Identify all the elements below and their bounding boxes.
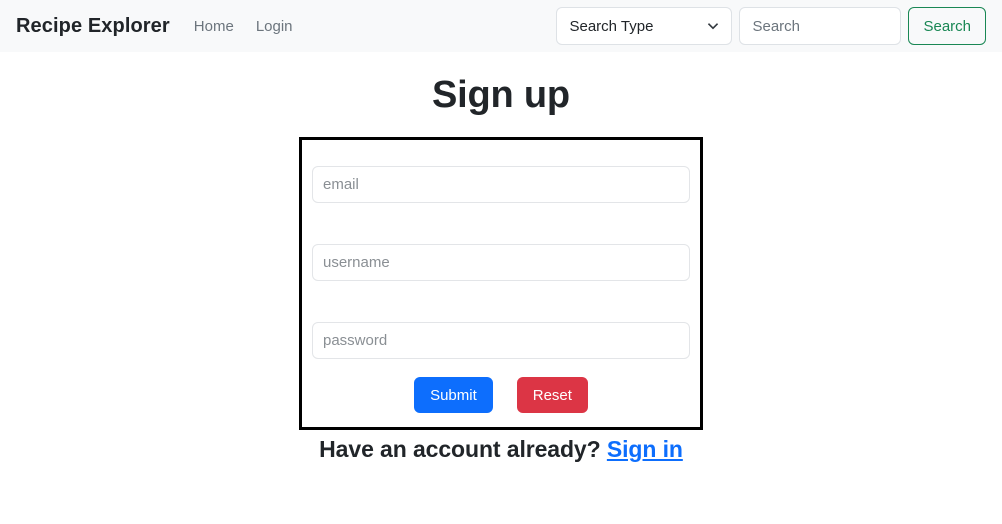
have-account-line: Have an account already? Sign in xyxy=(299,436,703,463)
search-type-select[interactable]: Search Type xyxy=(556,7,733,45)
search-type-selected-value: Search Type xyxy=(569,17,654,35)
top-navbar: Recipe Explorer Home Login Search Type S… xyxy=(0,0,1002,52)
navbar-brand[interactable]: Recipe Explorer xyxy=(16,15,170,38)
main-content: Sign up Submit Reset Have an account alr… xyxy=(0,74,1002,463)
form-button-row: Submit Reset xyxy=(414,377,588,413)
signup-form-box: Submit Reset xyxy=(299,137,703,430)
submit-button[interactable]: Submit xyxy=(414,377,493,413)
reset-button[interactable]: Reset xyxy=(516,377,588,413)
chevron-down-icon xyxy=(707,20,719,32)
sign-in-link[interactable]: Sign in xyxy=(607,436,683,462)
email-field[interactable] xyxy=(312,166,690,203)
signup-form-wrapper: Submit Reset Have an account already? Si… xyxy=(299,137,703,463)
have-account-text: Have an account already? xyxy=(319,436,601,462)
navbar-links: Home Login xyxy=(194,18,293,35)
page-title: Sign up xyxy=(432,74,570,116)
navbar-search-group: Search Type Search xyxy=(556,7,986,45)
nav-link-login[interactable]: Login xyxy=(256,18,293,35)
nav-link-home[interactable]: Home xyxy=(194,18,234,35)
search-input[interactable] xyxy=(739,7,902,45)
password-field[interactable] xyxy=(312,322,690,359)
username-field[interactable] xyxy=(312,244,690,281)
search-button[interactable]: Search xyxy=(908,7,986,45)
